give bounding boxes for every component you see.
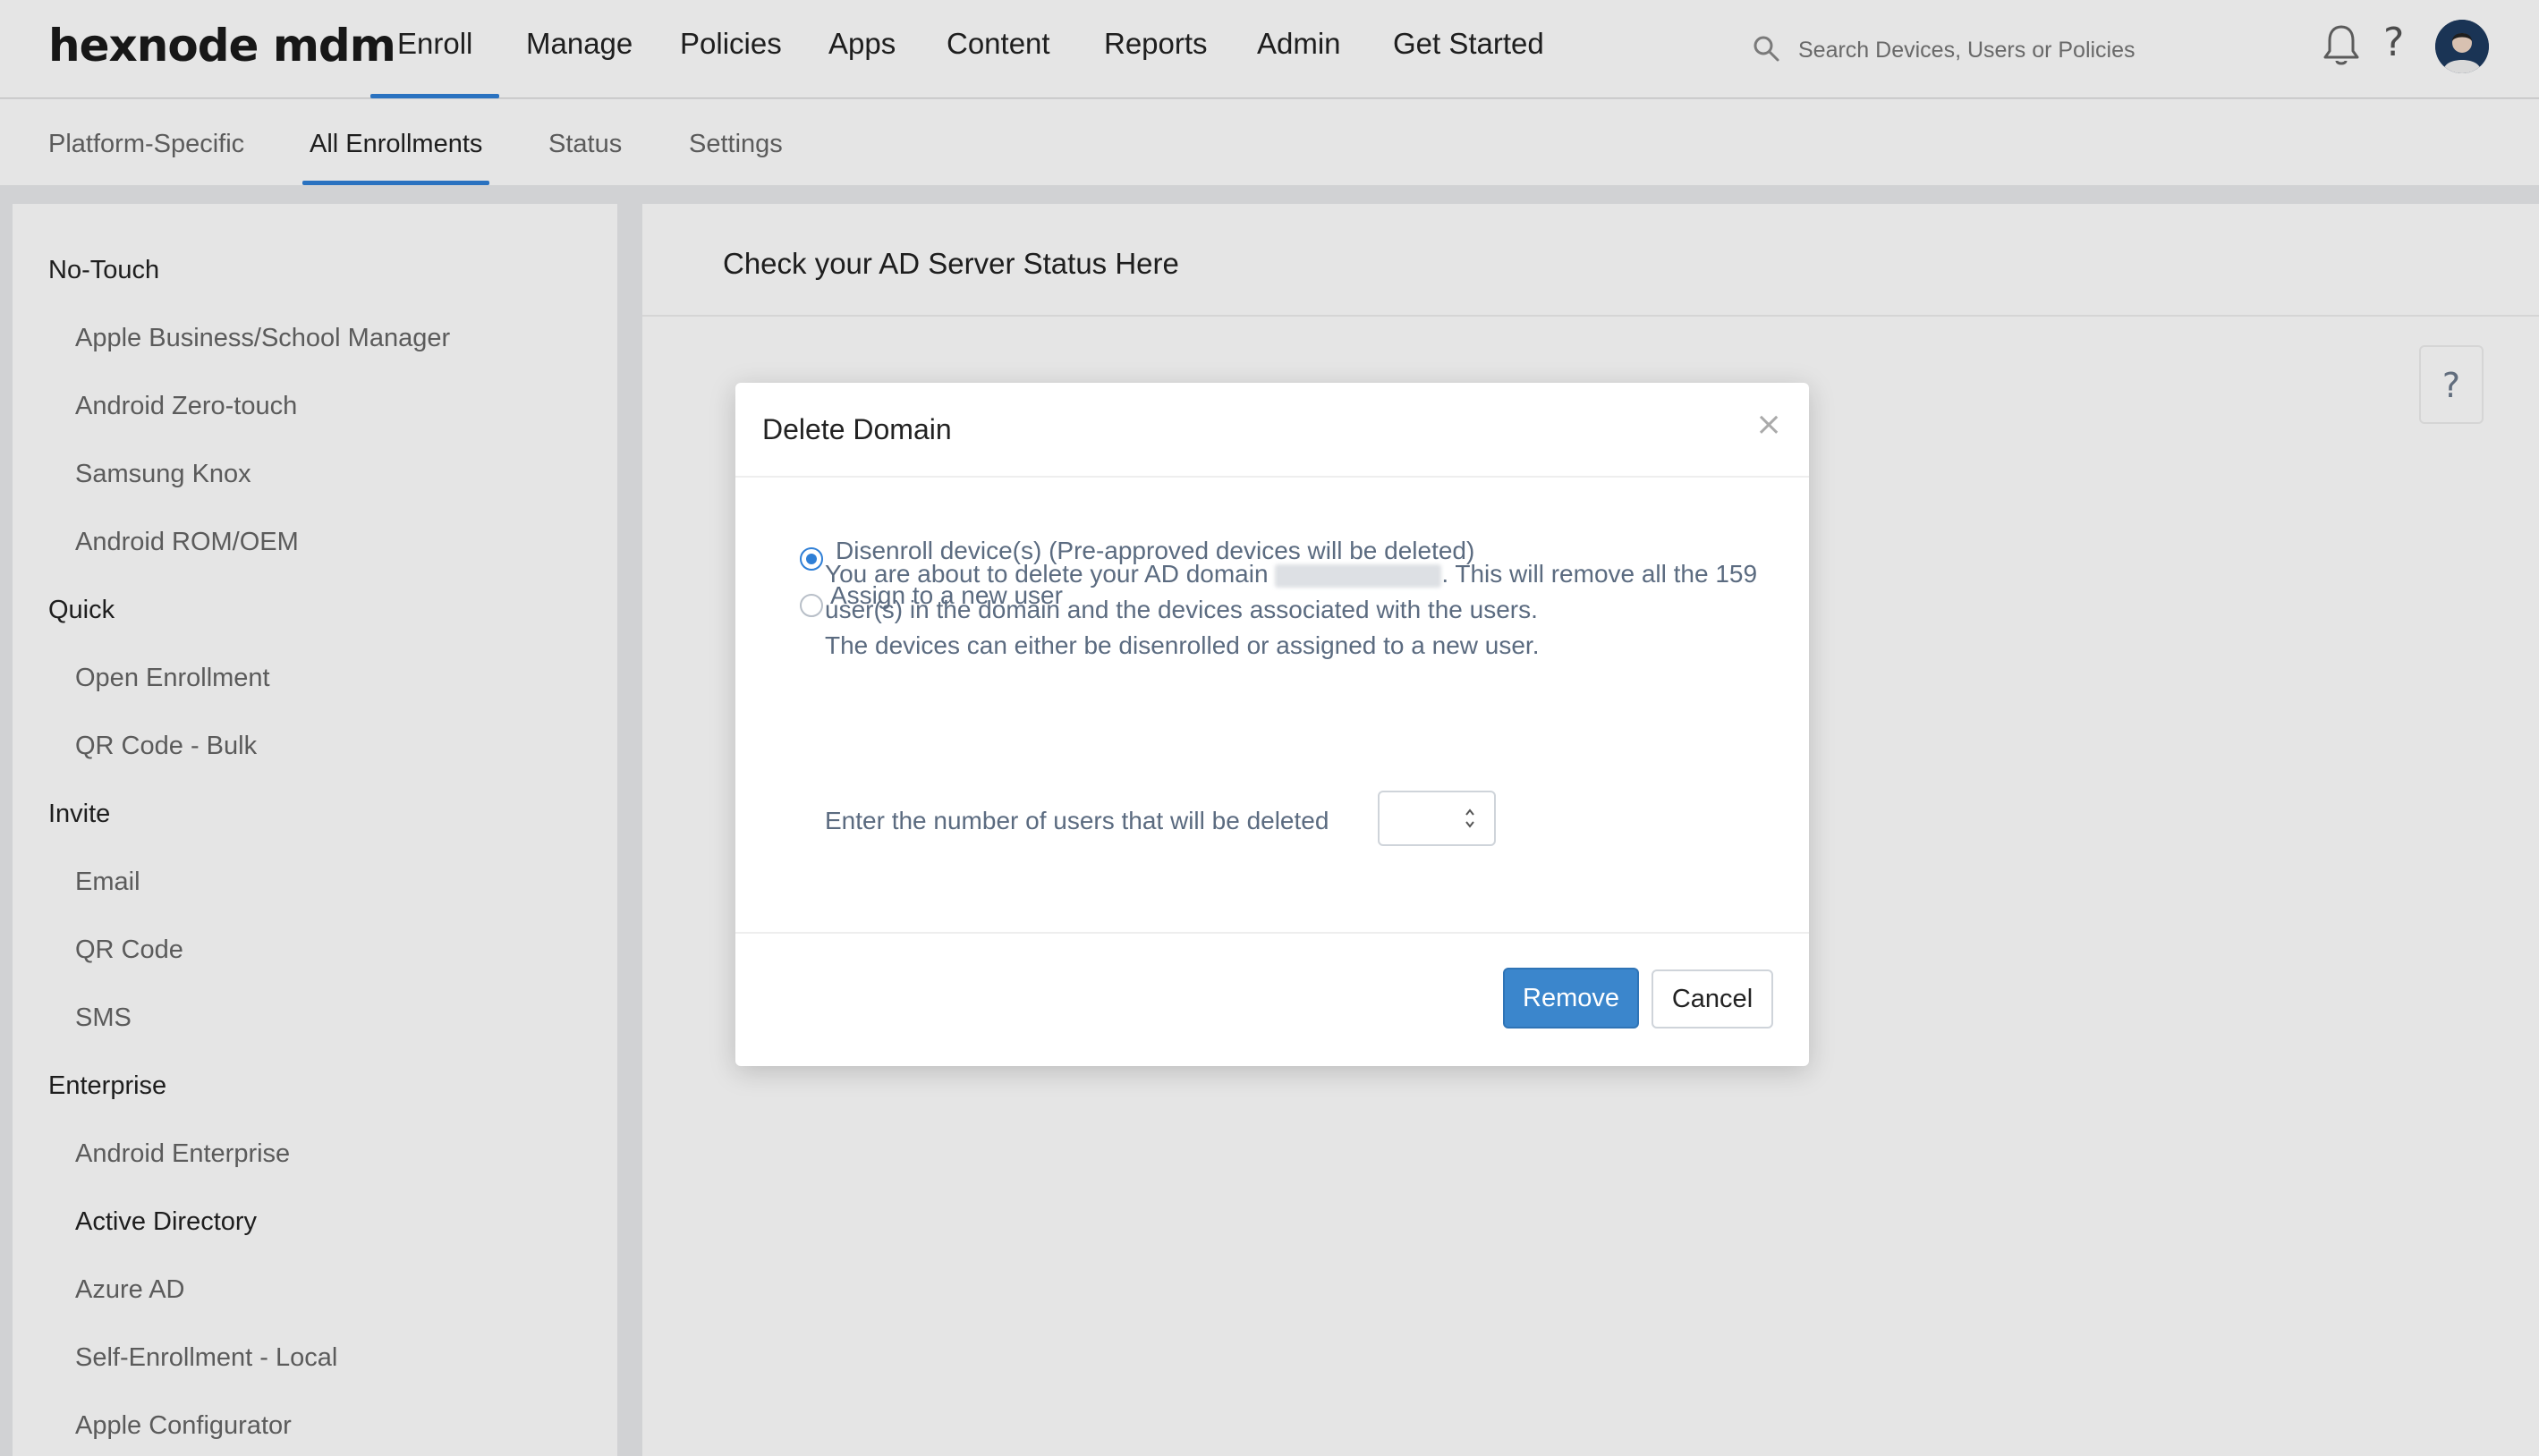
cancel-button[interactable]: Cancel [1652, 969, 1773, 1029]
close-icon[interactable]: × [1755, 406, 1782, 443]
radio-assign-new-user[interactable] [800, 594, 823, 617]
remove-button[interactable]: Remove [1503, 968, 1639, 1029]
divider [735, 932, 1809, 934]
number-of-users-input[interactable] [1378, 791, 1496, 846]
divider [735, 476, 1809, 478]
radio-disenroll[interactable] [800, 547, 823, 571]
option-disenroll-label: Disenroll device(s) (Pre-approved device… [836, 537, 1475, 564]
message-line3: The devices can either be disenrolled or… [825, 631, 1540, 659]
dialog-title: Delete Domain [762, 413, 952, 445]
option-disenroll[interactable]: Disenroll device(s) (Pre-approved device… [800, 537, 1694, 572]
number-of-users-label: Enter the number of users that will be d… [825, 807, 1329, 834]
option-assign-new-user[interactable]: Assign to a new user [800, 581, 1694, 617]
delete-domain-dialog: Delete Domain × You are about to delete … [735, 383, 1809, 1066]
option-assign-label: Assign to a new user [830, 581, 1063, 609]
stepper-icon[interactable] [1464, 805, 1476, 832]
